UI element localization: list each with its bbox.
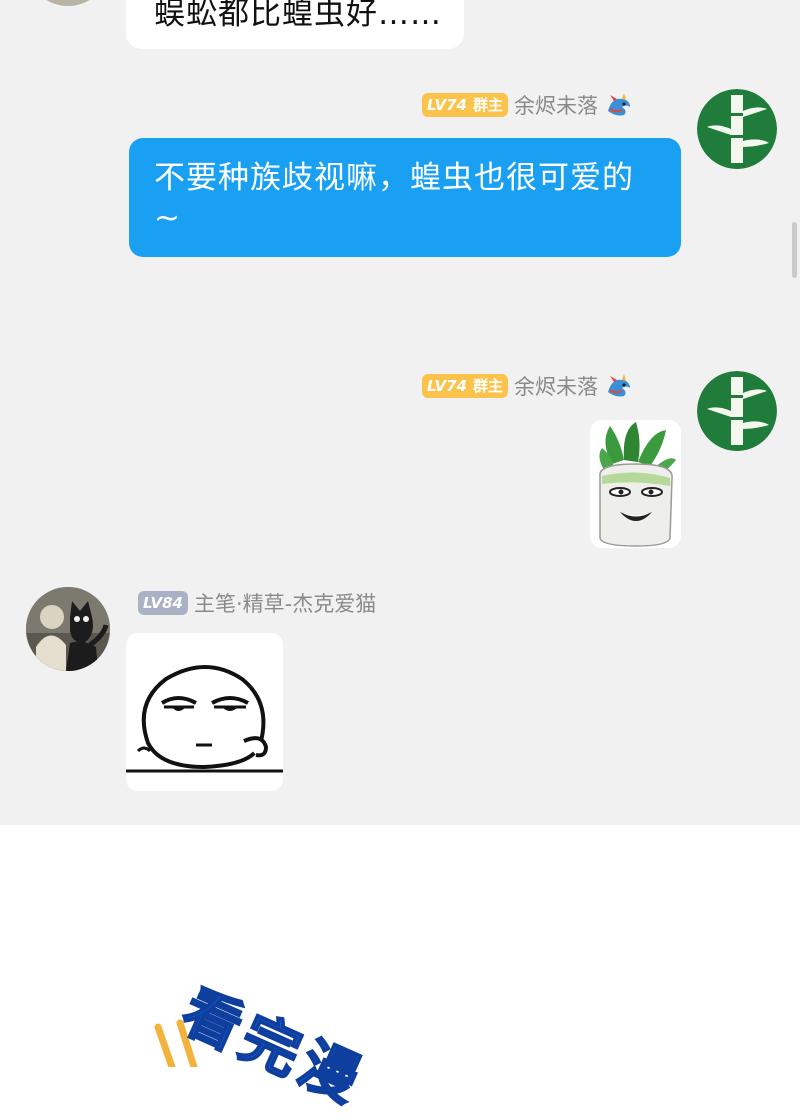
level-text: LV74 <box>427 377 467 395</box>
level-text: LV74 <box>427 96 467 114</box>
role-text: 群主 <box>472 96 503 114</box>
sender-meta: LV84 主笔·精草-杰克爱猫 <box>138 589 376 617</box>
message-bubble-self[interactable]: 不要种族歧视嘛，蝗虫也很可爱的~ <box>129 138 681 257</box>
dragon-icon <box>608 374 630 397</box>
level-badge: LV84 <box>138 591 188 615</box>
bamboo-icon <box>697 89 777 169</box>
sender-name[interactable]: 主笔·精草-杰克爱猫 <box>194 588 376 618</box>
avatar-top-partial[interactable] <box>26 0 110 6</box>
sleepy-face-sticker[interactable] <box>126 633 283 791</box>
cat-avatar[interactable] <box>26 587 110 671</box>
promo-area <box>0 825 800 1067</box>
role-text: 群主 <box>472 377 503 395</box>
level-badge: LV74 群主 <box>422 93 508 117</box>
message-bubble[interactable]: 蜈蚣都比蝗虫好…… <box>126 0 464 49</box>
message-text: 不要种族歧视嘛，蝗虫也很可爱的~ <box>154 160 634 236</box>
scrollbar[interactable] <box>792 222 797 278</box>
sender-name[interactable]: 余烬未落 <box>514 371 598 401</box>
radish-sticker-image <box>599 422 676 547</box>
level-badge: LV74 群主 <box>422 374 508 398</box>
bamboo-avatar[interactable] <box>697 89 777 169</box>
sender-name[interactable]: 余烬未落 <box>514 90 598 120</box>
cat-avatar-image <box>26 587 110 671</box>
bamboo-icon <box>697 371 777 451</box>
chat-area[interactable]: 蜈蚣都比蝗虫好…… LV74 群主 余烬未落 不要种族歧视嘛，蝗虫也很可爱的~ <box>0 0 800 825</box>
bamboo-avatar[interactable] <box>697 371 777 451</box>
sleepy-sticker-image <box>126 633 283 791</box>
promo-decoration <box>154 1019 198 1067</box>
sender-meta: LV74 群主 余烬未落 <box>422 91 634 119</box>
dragon-icon <box>608 93 630 116</box>
sender-meta: LV74 群主 余烬未落 <box>422 372 634 400</box>
message-text: 蜈蚣都比蝗虫好…… <box>154 0 442 32</box>
radish-face-sticker[interactable] <box>590 420 681 548</box>
